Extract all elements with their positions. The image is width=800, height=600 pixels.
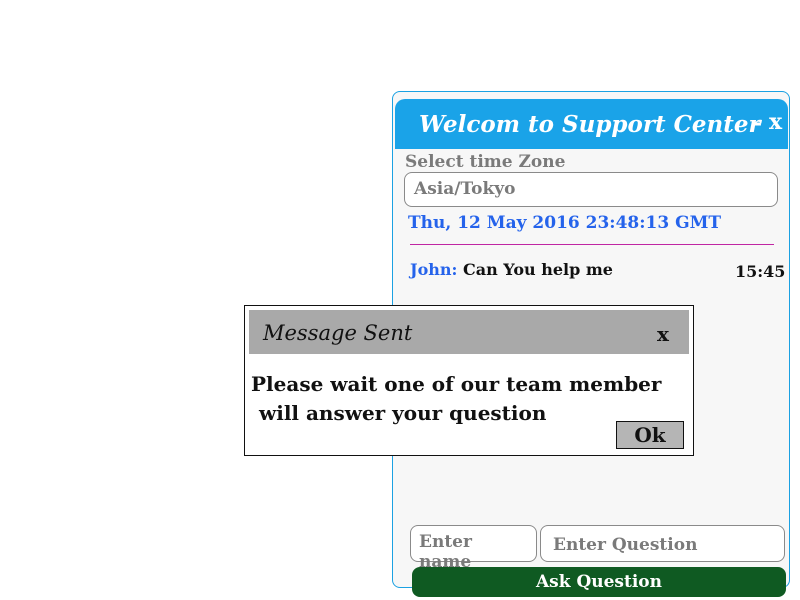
ask-question-button[interactable]: Ask Question (412, 567, 786, 597)
message-sent-dialog: Message Sent x Please wait one of our te… (244, 305, 694, 456)
name-input[interactable]: Enter name (410, 525, 537, 572)
question-placeholder: Enter Question (553, 535, 698, 555)
chat-message: John: Can You help me (410, 260, 613, 279)
dialog-close-icon[interactable]: x (657, 322, 669, 346)
dialog-title: Message Sent (263, 321, 413, 345)
chat-text: Can You help me (463, 260, 613, 279)
chat-sender: John: (410, 260, 458, 279)
name-placeholder: Enter name (419, 532, 472, 572)
timezone-select[interactable]: Asia/Tokyo (404, 172, 778, 207)
ok-button[interactable]: Ok (616, 421, 684, 449)
support-header: Welcom to Support Center - x (395, 99, 788, 149)
support-title: Welcom to Support Center (419, 111, 761, 138)
chat-timestamp: 15:45 (735, 262, 786, 281)
dialog-message: Please wait one of our team member will … (251, 370, 691, 428)
timezone-label: Select time Zone (405, 152, 566, 172)
dialog-titlebar: Message Sent x (249, 310, 689, 354)
timezone-value: Asia/Tokyo (414, 179, 516, 199)
dialog-message-line1: Please wait one of our team member (251, 372, 662, 396)
minimize-icon[interactable]: - (753, 110, 762, 136)
question-input[interactable]: Enter Question (540, 525, 785, 562)
close-icon[interactable]: x (769, 109, 782, 135)
current-datetime: Thu, 12 May 2016 23:48:13 GMT (408, 213, 722, 233)
divider (410, 244, 774, 245)
